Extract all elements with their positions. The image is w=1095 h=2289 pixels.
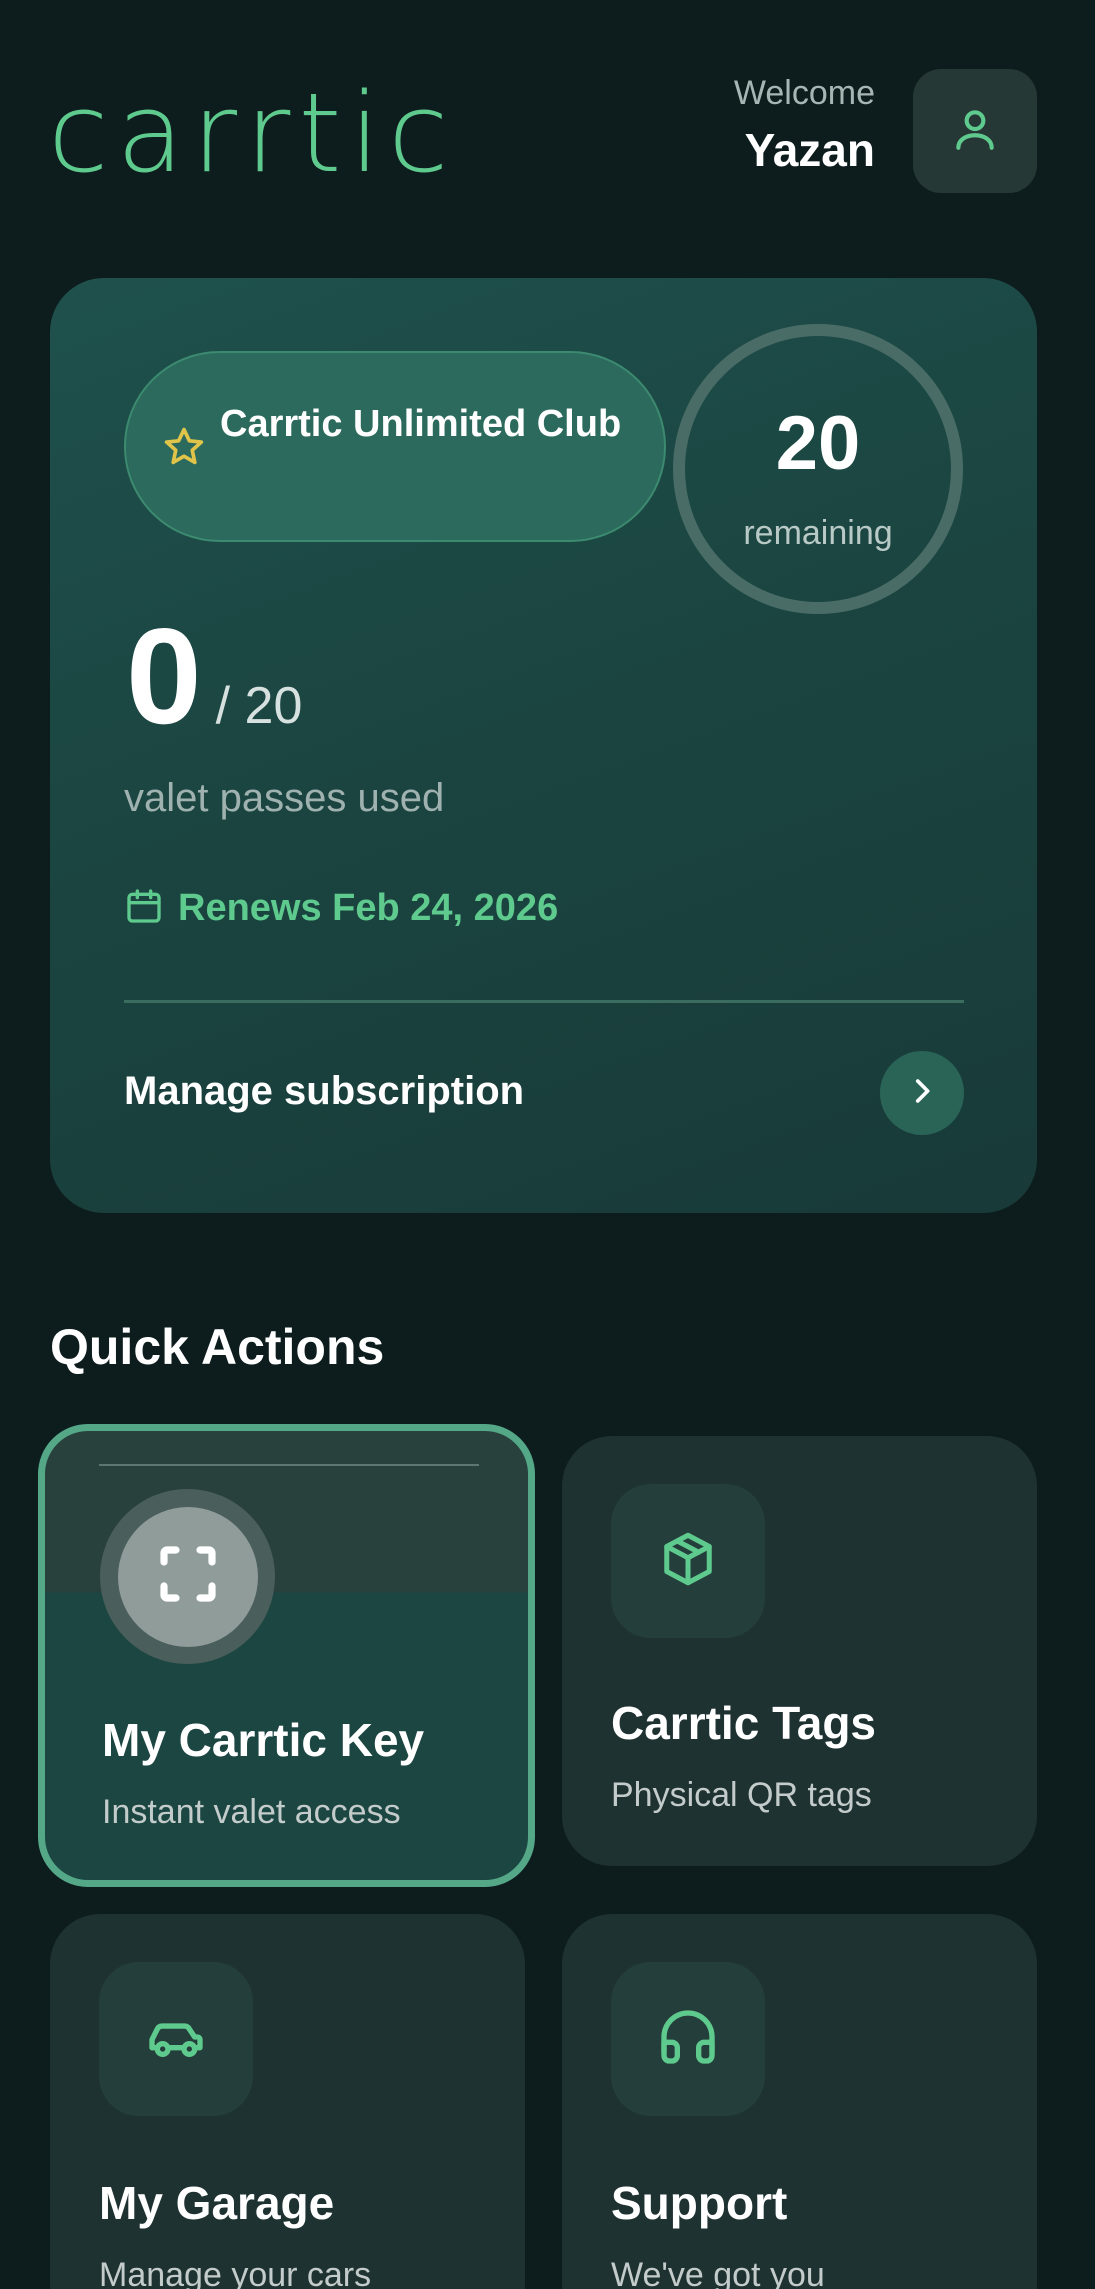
quick-action-title: Support — [611, 2177, 788, 2229]
user-name: Yazan — [744, 124, 875, 176]
divider — [124, 1000, 964, 1003]
quick-actions-title: Quick Actions — [50, 1319, 385, 1375]
renewal-date: Renews Feb 24, 2026 — [178, 887, 559, 929]
quick-action-subtitle: Manage your cars — [99, 2256, 372, 2289]
quick-action-subtitle: We've got you — [611, 2256, 825, 2289]
passes-used-row: 0/ 20 — [126, 608, 302, 744]
plan-name: Carrtic Unlimited Club — [220, 403, 622, 445]
manage-subscription-row[interactable]: Manage subscription — [124, 1051, 964, 1135]
headphones-icon-container — [611, 1962, 765, 2116]
manage-subscription-label: Manage subscription — [124, 1069, 525, 1113]
calendar-icon — [124, 886, 164, 931]
used-count: 0 — [126, 600, 202, 752]
carrtic-logo: carrtic — [48, 69, 457, 197]
card-highlight-line — [99, 1464, 479, 1466]
total-count: / 20 — [215, 677, 303, 735]
car-icon-container — [99, 1962, 253, 2116]
plan-badge: Carrtic Unlimited Club — [124, 351, 666, 542]
welcome-label: Welcome — [733, 74, 875, 112]
remaining-ring: 20 remaining — [673, 324, 963, 614]
star-icon — [162, 425, 206, 474]
quick-action-my-garage[interactable]: My Garage Manage your cars — [50, 1914, 525, 2289]
scan-icon — [152, 1538, 224, 1615]
quick-action-title: My Garage — [99, 2177, 335, 2229]
package-icon-container — [611, 1484, 765, 1638]
headphones-icon — [656, 2005, 720, 2074]
car-icon — [144, 2005, 208, 2074]
quick-action-carrtic-key[interactable]: My Carrtic Key Instant valet access — [38, 1424, 535, 1887]
quick-action-title: Carrtic Tags — [611, 1697, 877, 1749]
quick-action-subtitle: Instant valet access — [102, 1793, 401, 1831]
profile-button[interactable] — [913, 69, 1037, 193]
welcome-block: Welcome Yazan — [575, 72, 875, 180]
scan-icon-container — [100, 1489, 275, 1664]
quick-action-subtitle: Physical QR tags — [611, 1776, 872, 1814]
renewal-row: Renews Feb 24, 2026 — [124, 886, 558, 931]
home-screen: carrtic Welcome Yazan Carrtic Unlimited … — [0, 0, 1095, 2289]
used-label: valet passes used — [124, 776, 445, 820]
user-icon — [950, 104, 1000, 159]
package-icon — [658, 1529, 718, 1594]
quick-action-carrtic-tags[interactable]: Carrtic Tags Physical QR tags — [562, 1436, 1037, 1866]
quick-action-support[interactable]: Support We've got you — [562, 1914, 1037, 2289]
chevron-right-icon — [905, 1074, 939, 1113]
quick-action-title: My Carrtic Key — [102, 1714, 425, 1766]
remaining-count: 20 — [775, 401, 861, 486]
subscription-card: Carrtic Unlimited Club 20 remaining 0/ 2… — [50, 278, 1037, 1213]
remaining-label: remaining — [743, 514, 893, 552]
manage-subscription-button[interactable] — [880, 1051, 964, 1135]
